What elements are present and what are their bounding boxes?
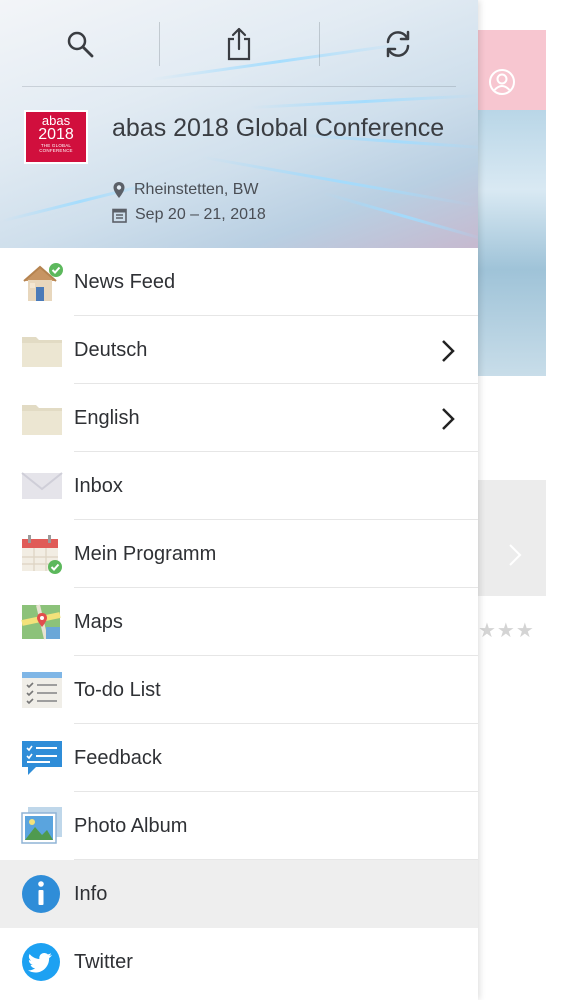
menu-item-mein-programm[interactable]: Mein Programm: [0, 520, 478, 588]
menu-item-todo-list[interactable]: To-do List: [0, 656, 478, 724]
menu-item-inbox[interactable]: Inbox: [0, 452, 478, 520]
location-pin-icon: [113, 182, 125, 198]
calendar-icon: [22, 535, 62, 574]
menu-item-label: Info: [74, 882, 108, 905]
menu-item-label: Twitter: [74, 950, 133, 973]
chevron-right-icon: [442, 340, 455, 362]
menu-item-feedback[interactable]: Feedback: [0, 724, 478, 792]
folder-icon: [22, 337, 62, 367]
menu-item-photo-album[interactable]: Photo Album: [0, 792, 478, 860]
chevron-right-icon: [442, 408, 455, 430]
background-card[interactable]: [478, 480, 546, 596]
menu-item-english[interactable]: English: [0, 384, 478, 452]
refresh-button[interactable]: [378, 24, 418, 64]
rating-stars: ★★★: [478, 618, 535, 642]
event-dates-text: Sep 20 – 21, 2018: [135, 206, 266, 223]
menu-item-deutsch[interactable]: Deutsch: [0, 316, 478, 384]
checklist-icon: [22, 672, 62, 708]
event-location-text: Rheinstetten, BW: [134, 181, 259, 198]
side-drawer: abas 2018 THE GLOBAL CONFERENCE abas 201…: [0, 0, 478, 1000]
map-icon: [21, 604, 61, 640]
menu-item-label: Photo Album: [74, 814, 188, 837]
share-icon: [227, 27, 251, 61]
drawer-toolbar: [0, 0, 478, 88]
folder-icon: [22, 405, 62, 435]
drawer-header: abas 2018 THE GLOBAL CONFERENCE abas 201…: [0, 0, 478, 248]
feedback-icon: [22, 741, 62, 775]
envelope-icon: [21, 472, 63, 499]
background-banner-image: [478, 110, 546, 376]
photo-icon: [21, 807, 62, 844]
chevron-right-icon: [509, 544, 522, 566]
calendar-small-icon: [112, 208, 127, 223]
house-icon: [23, 263, 63, 301]
info-icon: [22, 875, 60, 913]
event-location: Rheinstetten, BW: [112, 181, 259, 199]
menu-item-label: English: [74, 406, 140, 429]
drawer-menu: News Feed Deutsch English Inbox Mein Pro…: [0, 248, 478, 996]
event-dates: Sep 20 – 21, 2018: [112, 206, 266, 224]
menu-item-label: Maps: [74, 610, 123, 633]
menu-item-label: Mein Programm: [74, 542, 217, 565]
event-title: abas 2018 Global Conference: [112, 114, 445, 142]
menu-item-label: Inbox: [74, 474, 123, 497]
menu-item-maps[interactable]: Maps: [0, 588, 478, 656]
menu-item-info[interactable]: Info: [0, 860, 478, 928]
menu-item-news-feed[interactable]: News Feed: [0, 248, 478, 316]
menu-item-label: Deutsch: [74, 338, 148, 361]
event-logo: abas 2018 THE GLOBAL CONFERENCE: [24, 110, 88, 164]
share-button[interactable]: [219, 24, 259, 64]
twitter-icon: [22, 943, 60, 981]
search-icon: [67, 31, 94, 58]
profile-icon[interactable]: [488, 68, 516, 96]
menu-item-label: To-do List: [74, 678, 161, 701]
refresh-icon: [386, 30, 410, 58]
menu-item-label: News Feed: [74, 270, 176, 293]
background-app: ★★★: [478, 0, 563, 1000]
menu-item-label: Feedback: [74, 746, 162, 769]
search-button[interactable]: [60, 24, 100, 64]
menu-item-twitter[interactable]: Twitter: [0, 928, 478, 996]
